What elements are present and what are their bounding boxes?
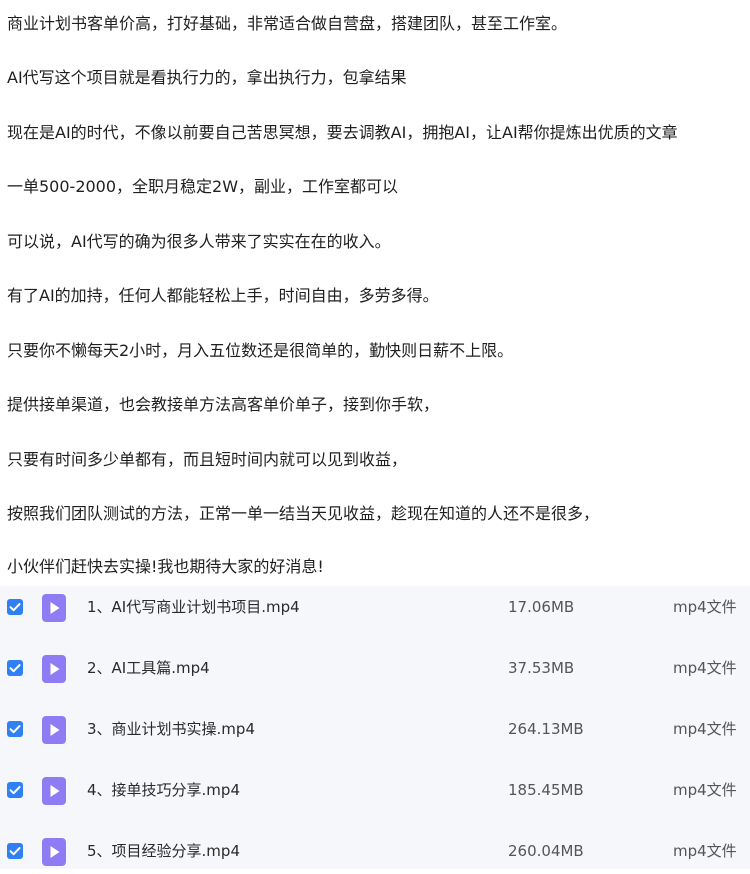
paragraph: 可以说，AI代写的确为很多人带来了实实在在的收入。: [7, 232, 391, 251]
file-size: 264.13MB: [508, 720, 584, 738]
video-file-icon: [42, 655, 66, 683]
video-file-icon: [42, 777, 66, 805]
paragraph: 商业计划书客单价高，打好基础，非常适合做自营盘，搭建团队，甚至工作室。: [7, 14, 568, 33]
file-type: mp4文件: [673, 842, 737, 860]
paragraph: 只要有时间多少单都有，而且短时间内就可以见到收益，: [7, 450, 408, 469]
file-row[interactable]: 3、商业计划书实操.mp4 264.13MB mp4文件: [0, 708, 750, 752]
file-name[interactable]: 5、项目经验分享.mp4: [87, 841, 240, 861]
file-size: 260.04MB: [508, 842, 584, 860]
checkbox-checked-icon[interactable]: [7, 782, 23, 798]
checkbox-checked-icon[interactable]: [7, 721, 23, 737]
file-size: 185.45MB: [508, 781, 584, 799]
paragraph: 提供接单渠道，也会教接单方法高客单价单子，接到你手软，: [7, 395, 440, 414]
file-size: 17.06MB: [508, 598, 575, 616]
paragraph: 现在是AI的时代，不像以前要自己苦思冥想，要去调教AI，拥抱AI，让AI帮你提炼…: [7, 123, 678, 142]
video-file-icon: [42, 716, 66, 744]
checkbox-checked-icon[interactable]: [7, 660, 23, 676]
paragraph: 按照我们团队测试的方法，正常一单一结当天见收益，趁现在知道的人还不是很多，: [7, 504, 600, 523]
file-name[interactable]: 1、AI代写商业计划书项目.mp4: [87, 597, 300, 617]
video-file-icon: [42, 594, 66, 622]
file-list: 1、AI代写商业计划书项目.mp4 17.06MB mp4文件 2、AI工具篇.…: [0, 586, 750, 869]
file-type: mp4文件: [673, 598, 737, 616]
file-name[interactable]: 4、接单技巧分享.mp4: [87, 780, 240, 800]
file-type: mp4文件: [673, 720, 737, 738]
paragraph: AI代写这个项目就是看执行力的，拿出执行力，包拿结果: [7, 68, 407, 87]
paragraph: 一单500-2000，全职月稳定2W，副业，工作室都可以: [7, 177, 399, 196]
file-type: mp4文件: [673, 781, 737, 799]
file-name[interactable]: 3、商业计划书实操.mp4: [87, 719, 255, 739]
paragraph: 有了AI的加持，任何人都能轻松上手，时间自由，多劳多得。: [7, 286, 439, 305]
checkbox-checked-icon[interactable]: [7, 599, 23, 615]
video-file-icon: [42, 838, 66, 866]
file-row[interactable]: 5、项目经验分享.mp4 260.04MB mp4文件: [0, 830, 750, 874]
file-size: 37.53MB: [508, 659, 575, 677]
file-row[interactable]: 4、接单技巧分享.mp4 185.45MB mp4文件: [0, 769, 750, 813]
file-type: mp4文件: [673, 659, 737, 677]
checkbox-checked-icon[interactable]: [7, 843, 23, 859]
paragraph: 小伙伴们赶快去实操!我也期待大家的好消息!: [7, 557, 324, 576]
file-name[interactable]: 2、AI工具篇.mp4: [87, 658, 210, 678]
file-row[interactable]: 2、AI工具篇.mp4 37.53MB mp4文件: [0, 647, 750, 691]
paragraph: 只要你不懒每天2小时，月入五位数还是很简单的，勤快则日薪不上限。: [7, 341, 514, 360]
file-row[interactable]: 1、AI代写商业计划书项目.mp4 17.06MB mp4文件: [0, 586, 750, 630]
